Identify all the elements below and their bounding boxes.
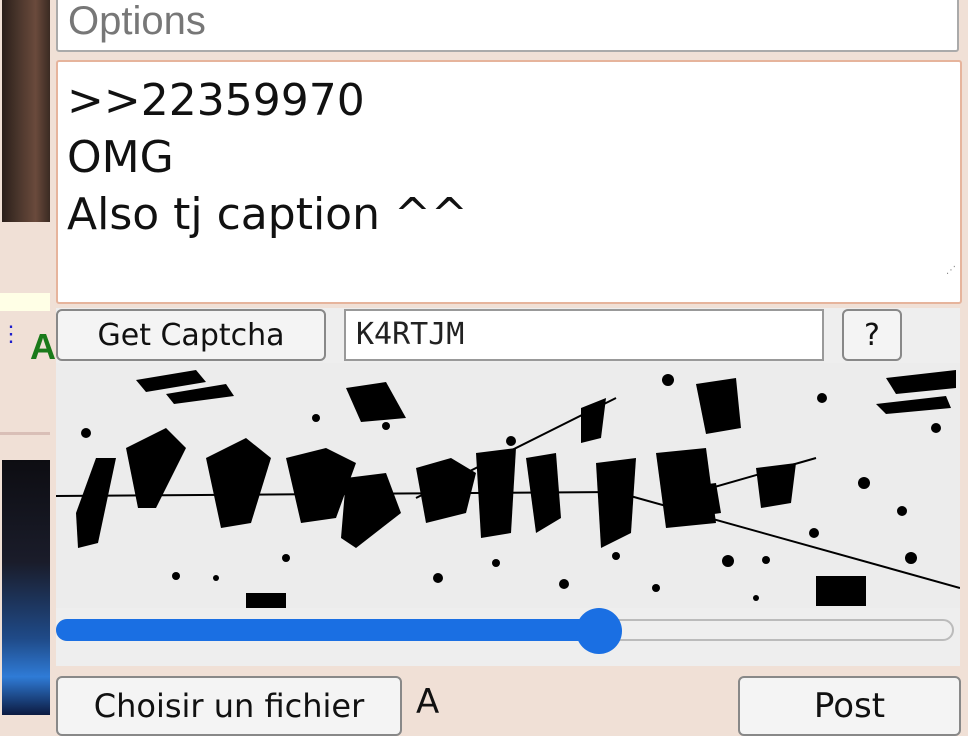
slider-handle[interactable] (576, 608, 622, 654)
file-name-label: A (416, 682, 440, 722)
options-field[interactable]: Options (56, 0, 959, 52)
slider-fill (56, 619, 599, 641)
comment-line: OMG (67, 132, 174, 183)
comment-line: >>22359970 (67, 75, 365, 126)
post-thumbnail-image[interactable] (2, 0, 50, 222)
menu-dots-icon[interactable]: ⋮ (0, 323, 22, 368)
get-captcha-button[interactable]: Get Captcha (56, 309, 326, 361)
highlight-bar (0, 293, 50, 311)
comment-line: Also tj caption ^^ (67, 189, 468, 240)
post-author-initial: A (30, 326, 56, 367)
choose-file-button[interactable]: Choisir un fichier (56, 676, 402, 736)
divider (0, 432, 50, 435)
captcha-slider[interactable] (56, 608, 956, 654)
captcha-help-button[interactable]: ? (842, 309, 902, 361)
comment-textarea[interactable]: >>22359970 OMG Also tj caption ^^ ⋰ (56, 60, 962, 304)
post-button[interactable]: Post (738, 676, 961, 736)
resize-handle-icon[interactable]: ⋰ (946, 242, 956, 299)
post-thumbnail-image-2[interactable] (2, 460, 50, 715)
captcha-input[interactable]: K4RTJM (344, 309, 824, 361)
